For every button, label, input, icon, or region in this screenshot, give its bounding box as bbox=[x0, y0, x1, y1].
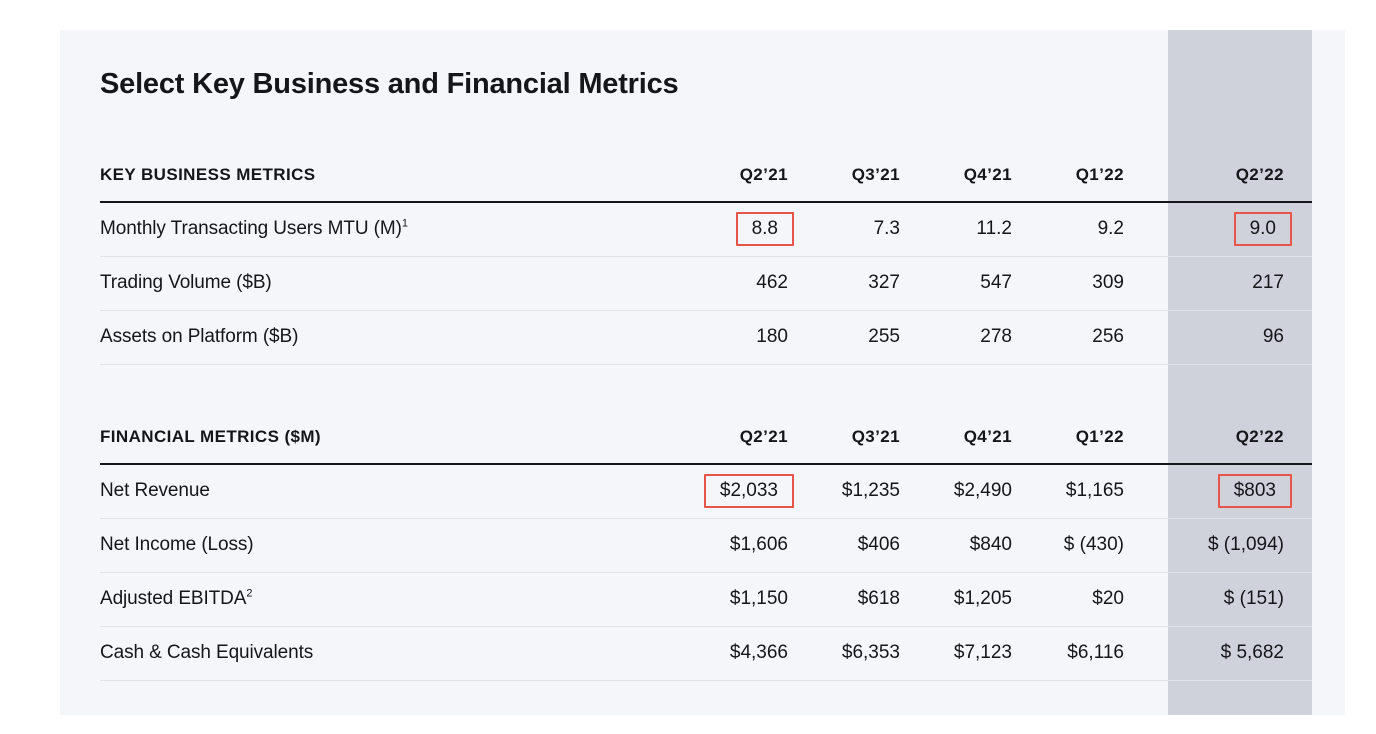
table-cell-Q421: 278 bbox=[916, 310, 1028, 365]
financial-metrics-table: FINANCIAL METRICS ($M) Q2’21 Q3’21 Q4’21… bbox=[100, 410, 1312, 681]
table-cell-Q421: 11.2 bbox=[916, 202, 1028, 257]
table-cell-Q321: $1,235 bbox=[804, 464, 916, 519]
highlighted-value: 9.0 bbox=[1233, 212, 1292, 247]
row-label: Adjusted EBITDA2 bbox=[100, 572, 692, 627]
table-cell-Q122: $ (430) bbox=[1028, 518, 1140, 573]
column-header-q2-22: Q2’22 bbox=[1140, 148, 1312, 203]
row-label: Cash & Cash Equivalents bbox=[100, 626, 692, 681]
metrics-card: Select Key Business and Financial Metric… bbox=[60, 30, 1345, 715]
table-cell-Q222: 9.0 bbox=[1140, 202, 1312, 257]
column-header-q2-21: Q2’21 bbox=[692, 410, 804, 465]
table-body: Net Revenue $2,033 $1,235 $2,490 $1,165 $803 N… bbox=[100, 464, 1312, 681]
section-header-row: FINANCIAL METRICS ($M) Q2’21 Q3’21 Q4’21… bbox=[100, 410, 1312, 465]
table-cell-Q221: 8.8 bbox=[692, 202, 804, 257]
table-cell-Q222: $ 5,682 bbox=[1140, 626, 1312, 681]
row-label: Net Income (Loss) bbox=[100, 518, 692, 573]
row-label: Net Revenue bbox=[100, 464, 692, 519]
column-header-q1-22: Q1’22 bbox=[1028, 148, 1140, 203]
table-cell-Q321: 255 bbox=[804, 310, 916, 365]
footnote-marker: 2 bbox=[246, 587, 253, 600]
table-row: Net Revenue $2,033 $1,235 $2,490 $1,165 $803 bbox=[100, 464, 1312, 519]
table-cell-Q321: 7.3 bbox=[804, 202, 916, 257]
table-row: Cash & Cash Equivalents $4,366 $6,353 $7,12… bbox=[100, 626, 1312, 681]
key-business-metrics-table: KEY BUSINESS METRICS Q2’21 Q3’21 Q4’21 Q… bbox=[100, 148, 1312, 365]
table-cell-Q122: 256 bbox=[1028, 310, 1140, 365]
column-header-q2-21: Q2’21 bbox=[692, 148, 804, 203]
section-header-label: FINANCIAL METRICS ($M) bbox=[100, 410, 692, 465]
table-cell-Q222: $ (1,094) bbox=[1140, 518, 1312, 573]
table-cell-Q221: $1,150 bbox=[692, 572, 804, 627]
table-cell-Q321: $6,353 bbox=[804, 626, 916, 681]
table-cell-Q421: $7,123 bbox=[916, 626, 1028, 681]
table-cell-Q222: $803 bbox=[1140, 464, 1312, 519]
table-row: Trading Volume ($B) 462 327 547 309 217 bbox=[100, 256, 1312, 311]
table-cell-Q421: $1,205 bbox=[916, 572, 1028, 627]
column-header-q3-21: Q3’21 bbox=[804, 148, 916, 203]
table-header: KEY BUSINESS METRICS Q2’21 Q3’21 Q4’21 Q… bbox=[100, 148, 1312, 203]
highlighted-value: $803 bbox=[1217, 474, 1292, 509]
row-label: Monthly Transacting Users MTU (M)1 bbox=[100, 202, 692, 257]
table-cell-Q421: 547 bbox=[916, 256, 1028, 311]
row-label: Assets on Platform ($B) bbox=[100, 310, 692, 365]
table-cell-Q421: $2,490 bbox=[916, 464, 1028, 519]
table-cell-Q222: 96 bbox=[1140, 310, 1312, 365]
table-cell-Q321: $406 bbox=[804, 518, 916, 573]
table-cell-Q221: 180 bbox=[692, 310, 804, 365]
table-cell-Q321: 327 bbox=[804, 256, 916, 311]
column-header-q2-22: Q2’22 bbox=[1140, 410, 1312, 465]
table-cell-Q222: $ (151) bbox=[1140, 572, 1312, 627]
table-cell-Q122: $1,165 bbox=[1028, 464, 1140, 519]
table-cell-Q122: 309 bbox=[1028, 256, 1140, 311]
table-row: Assets on Platform ($B) 180 255 278 256 96 bbox=[100, 310, 1312, 365]
table-body: Monthly Transacting Users MTU (M)1 8.8 7.3… bbox=[100, 202, 1312, 365]
table-cell-Q221: $1,606 bbox=[692, 518, 804, 573]
highlighted-value: $2,033 bbox=[703, 474, 794, 509]
table-cell-Q122: $6,116 bbox=[1028, 626, 1140, 681]
column-header-q4-21: Q4’21 bbox=[916, 410, 1028, 465]
table-cell-Q221: $2,033 bbox=[692, 464, 804, 519]
column-header-q4-21: Q4’21 bbox=[916, 148, 1028, 203]
table-row: Adjusted EBITDA2 $1,150 $618 $1,205 $20 $ (15… bbox=[100, 572, 1312, 627]
table-cell-Q421: $840 bbox=[916, 518, 1028, 573]
table-header: FINANCIAL METRICS ($M) Q2’21 Q3’21 Q4’21… bbox=[100, 410, 1312, 465]
table-cell-Q221: $4,366 bbox=[692, 626, 804, 681]
table-cell-Q221: 462 bbox=[692, 256, 804, 311]
table-row: Net Income (Loss) $1,606 $406 $840 $ (430) $ … bbox=[100, 518, 1312, 573]
row-label: Trading Volume ($B) bbox=[100, 256, 692, 311]
section-header-label: KEY BUSINESS METRICS bbox=[100, 148, 692, 203]
table-cell-Q122: $20 bbox=[1028, 572, 1140, 627]
highlighted-value: 8.8 bbox=[735, 212, 794, 247]
column-header-q1-22: Q1’22 bbox=[1028, 410, 1140, 465]
table-cell-Q321: $618 bbox=[804, 572, 916, 627]
column-header-q3-21: Q3’21 bbox=[804, 410, 916, 465]
table-row: Monthly Transacting Users MTU (M)1 8.8 7.3… bbox=[100, 202, 1312, 257]
footnote-marker: 1 bbox=[401, 217, 408, 230]
page-root: Select Key Business and Financial Metric… bbox=[0, 0, 1376, 734]
page-title: Select Key Business and Financial Metric… bbox=[100, 68, 679, 100]
table-cell-Q222: 217 bbox=[1140, 256, 1312, 311]
table-cell-Q122: 9.2 bbox=[1028, 202, 1140, 257]
section-header-row: KEY BUSINESS METRICS Q2’21 Q3’21 Q4’21 Q… bbox=[100, 148, 1312, 203]
